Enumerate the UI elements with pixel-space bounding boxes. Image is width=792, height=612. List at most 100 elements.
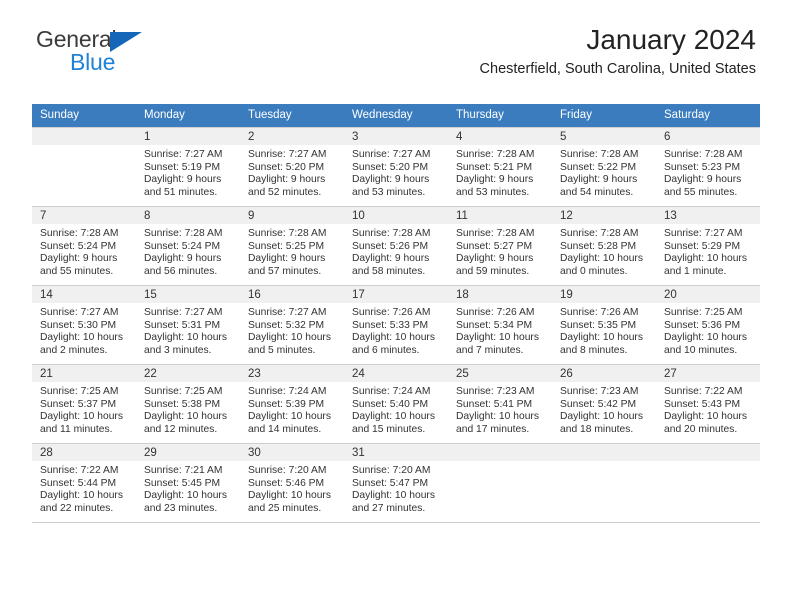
calendar-day-cell[interactable]: 3 Sunrise: 7:27 AM Sunset: 5:20 PM Daylight… [344, 127, 448, 207]
calendar-day-cell[interactable]: 19 Sunrise: 7:26 AM Sunset: 5:35 PM Dayligh… [552, 285, 656, 365]
calendar-day-cell[interactable]: 1 Sunrise: 7:27 AM Sunset: 5:19 PM Daylight… [136, 127, 240, 207]
daylight-text: Daylight: 9 hours and 57 minutes. [248, 253, 326, 277]
calendar-day-cell[interactable]: 18 Sunrise: 7:26 AM Sunset: 5:34 PM Dayligh… [448, 285, 552, 365]
sunrise-text: Sunrise: 7:28 AM [456, 149, 535, 160]
day-cell-content: 26 Sunrise: 7:23 AM Sunset: 5:42 PM Dayligh… [552, 365, 656, 443]
day-cell-content: 17 Sunrise: 7:26 AM Sunset: 5:33 PM Dayligh… [344, 286, 448, 364]
sunrise-text: Sunrise: 7:20 AM [352, 465, 431, 476]
calendar-day-cell[interactable]: 15 Sunrise: 7:27 AM Sunset: 5:31 PM Dayligh… [136, 285, 240, 365]
sunrise-text: Sunrise: 7:27 AM [664, 228, 743, 239]
calendar-day-cell [448, 443, 552, 523]
calendar-day-cell[interactable]: 5 Sunrise: 7:28 AM Sunset: 5:22 PM Daylight… [552, 127, 656, 207]
daylight-text: Daylight: 10 hours and 3 minutes. [144, 332, 227, 356]
sunrise-text: Sunrise: 7:25 AM [144, 386, 223, 397]
sunrise-text: Sunrise: 7:27 AM [40, 307, 119, 318]
calendar-day-cell[interactable]: 26 Sunrise: 7:23 AM Sunset: 5:42 PM Dayligh… [552, 364, 656, 444]
weekday-header-saturday: Saturday [656, 104, 760, 128]
calendar-head: Sunday Monday Tuesday Wednesday Thursday… [32, 104, 760, 128]
calendar-day-cell[interactable]: 11 Sunrise: 7:28 AM Sunset: 5:27 PM Dayligh… [448, 206, 552, 286]
sunset-text: Sunset: 5:19 PM [144, 161, 221, 173]
sunset-text: Sunset: 5:45 PM [144, 477, 221, 489]
daylight-text: Daylight: 9 hours and 54 minutes. [560, 174, 638, 198]
calendar-day-cell [656, 443, 760, 523]
sunset-text: Sunset: 5:23 PM [664, 161, 741, 173]
calendar-day-cell[interactable]: 20 Sunrise: 7:25 AM Sunset: 5:36 PM Dayligh… [656, 285, 760, 365]
calendar-day-cell[interactable]: 29 Sunrise: 7:21 AM Sunset: 5:45 PM Dayligh… [136, 443, 240, 523]
day-sun-info: Sunrise: 7:27 AM Sunset: 5:20 PM Daylight:… [240, 145, 344, 199]
day-number: 22 [136, 365, 240, 382]
calendar-day-cell[interactable]: 9 Sunrise: 7:28 AM Sunset: 5:25 PM Daylight… [240, 206, 344, 286]
calendar-day-cell[interactable]: 6 Sunrise: 7:28 AM Sunset: 5:23 PM Daylight… [656, 127, 760, 207]
sunset-text: Sunset: 5:24 PM [40, 240, 117, 252]
day-number: 20 [656, 286, 760, 303]
calendar-day-cell[interactable]: 21 Sunrise: 7:25 AM Sunset: 5:37 PM Dayligh… [32, 364, 136, 444]
day-cell-content [32, 128, 136, 206]
calendar-day-cell[interactable]: 2 Sunrise: 7:27 AM Sunset: 5:20 PM Daylight… [240, 127, 344, 207]
calendar-day-cell[interactable]: 13 Sunrise: 7:27 AM Sunset: 5:29 PM Dayligh… [656, 206, 760, 286]
day-sun-info: Sunrise: 7:27 AM Sunset: 5:31 PM Daylight:… [136, 303, 240, 357]
daylight-text: Daylight: 9 hours and 53 minutes. [352, 174, 430, 198]
day-sun-info: Sunrise: 7:27 AM Sunset: 5:32 PM Daylight:… [240, 303, 344, 357]
day-cell-content [656, 444, 760, 522]
calendar-day-cell[interactable]: 4 Sunrise: 7:28 AM Sunset: 5:21 PM Daylight… [448, 127, 552, 207]
calendar-day-cell[interactable]: 25 Sunrise: 7:23 AM Sunset: 5:41 PM Dayligh… [448, 364, 552, 444]
calendar-table: Sunday Monday Tuesday Wednesday Thursday… [32, 104, 760, 523]
calendar-day-cell[interactable]: 31 Sunrise: 7:20 AM Sunset: 5:47 PM Dayligh… [344, 443, 448, 523]
calendar-day-cell[interactable]: 12 Sunrise: 7:28 AM Sunset: 5:28 PM Dayligh… [552, 206, 656, 286]
daylight-text: Daylight: 10 hours and 12 minutes. [144, 411, 227, 435]
day-sun-info: Sunrise: 7:25 AM Sunset: 5:37 PM Daylight:… [32, 382, 136, 436]
general-blue-logo[interactable]: General Blue [36, 28, 176, 80]
sunset-text: Sunset: 5:30 PM [40, 319, 117, 331]
calendar-day-cell[interactable]: 10 Sunrise: 7:28 AM Sunset: 5:26 PM Dayligh… [344, 206, 448, 286]
sunrise-text: Sunrise: 7:28 AM [352, 228, 431, 239]
day-sun-info: Sunrise: 7:20 AM Sunset: 5:47 PM Daylight:… [344, 461, 448, 515]
day-cell-content: 24 Sunrise: 7:24 AM Sunset: 5:40 PM Dayligh… [344, 365, 448, 443]
daylight-text: Daylight: 10 hours and 1 minute. [664, 253, 747, 277]
day-number [656, 444, 760, 461]
daylight-text: Daylight: 10 hours and 23 minutes. [144, 490, 227, 514]
day-number: 21 [32, 365, 136, 382]
calendar-day-cell[interactable]: 22 Sunrise: 7:25 AM Sunset: 5:38 PM Dayligh… [136, 364, 240, 444]
day-sun-info: Sunrise: 7:28 AM Sunset: 5:27 PM Daylight:… [448, 224, 552, 278]
sunrise-text: Sunrise: 7:26 AM [560, 307, 639, 318]
day-sun-info: Sunrise: 7:28 AM Sunset: 5:24 PM Daylight:… [32, 224, 136, 278]
day-number: 9 [240, 207, 344, 224]
calendar-day-cell[interactable]: 7 Sunrise: 7:28 AM Sunset: 5:24 PM Daylight… [32, 206, 136, 286]
daylight-text: Daylight: 9 hours and 59 minutes. [456, 253, 534, 277]
day-number: 25 [448, 365, 552, 382]
day-cell-content: 11 Sunrise: 7:28 AM Sunset: 5:27 PM Dayligh… [448, 207, 552, 285]
calendar-day-cell[interactable]: 16 Sunrise: 7:27 AM Sunset: 5:32 PM Dayligh… [240, 285, 344, 365]
sunset-text: Sunset: 5:41 PM [456, 398, 533, 410]
day-number: 1 [136, 128, 240, 145]
day-number: 11 [448, 207, 552, 224]
day-sun-info: Sunrise: 7:20 AM Sunset: 5:46 PM Daylight:… [240, 461, 344, 515]
calendar-day-cell[interactable]: 24 Sunrise: 7:24 AM Sunset: 5:40 PM Dayligh… [344, 364, 448, 444]
calendar-day-cell[interactable]: 14 Sunrise: 7:27 AM Sunset: 5:30 PM Dayligh… [32, 285, 136, 365]
day-number: 6 [656, 128, 760, 145]
day-sun-info: Sunrise: 7:26 AM Sunset: 5:35 PM Daylight:… [552, 303, 656, 357]
sunrise-text: Sunrise: 7:28 AM [456, 228, 535, 239]
daylight-text: Daylight: 10 hours and 25 minutes. [248, 490, 331, 514]
day-number [448, 444, 552, 461]
day-cell-content: 20 Sunrise: 7:25 AM Sunset: 5:36 PM Dayligh… [656, 286, 760, 364]
daylight-text: Daylight: 10 hours and 0 minutes. [560, 253, 643, 277]
calendar-day-cell[interactable]: 17 Sunrise: 7:26 AM Sunset: 5:33 PM Dayligh… [344, 285, 448, 365]
calendar-body: 1 Sunrise: 7:27 AM Sunset: 5:19 PM Daylight… [32, 127, 760, 523]
calendar-day-cell[interactable]: 27 Sunrise: 7:22 AM Sunset: 5:43 PM Dayligh… [656, 364, 760, 444]
day-number: 18 [448, 286, 552, 303]
sunrise-text: Sunrise: 7:27 AM [144, 307, 223, 318]
day-sun-info: Sunrise: 7:25 AM Sunset: 5:36 PM Daylight:… [656, 303, 760, 357]
sunset-text: Sunset: 5:34 PM [456, 319, 533, 331]
calendar-day-cell[interactable]: 28 Sunrise: 7:22 AM Sunset: 5:44 PM Dayligh… [32, 443, 136, 523]
calendar-day-cell[interactable]: 8 Sunrise: 7:28 AM Sunset: 5:24 PM Daylight… [136, 206, 240, 286]
sunrise-text: Sunrise: 7:22 AM [664, 386, 743, 397]
calendar-day-cell[interactable]: 30 Sunrise: 7:20 AM Sunset: 5:46 PM Dayligh… [240, 443, 344, 523]
day-sun-info: Sunrise: 7:28 AM Sunset: 5:24 PM Daylight:… [136, 224, 240, 278]
calendar-day-cell[interactable]: 23 Sunrise: 7:24 AM Sunset: 5:39 PM Dayligh… [240, 364, 344, 444]
sunset-text: Sunset: 5:20 PM [352, 161, 429, 173]
sunset-text: Sunset: 5:47 PM [352, 477, 429, 489]
daylight-text: Daylight: 9 hours and 56 minutes. [144, 253, 222, 277]
day-sun-info: Sunrise: 7:28 AM Sunset: 5:23 PM Daylight:… [656, 145, 760, 199]
day-cell-content: 9 Sunrise: 7:28 AM Sunset: 5:25 PM Daylight… [240, 207, 344, 285]
weekday-header-thursday: Thursday [448, 104, 552, 128]
